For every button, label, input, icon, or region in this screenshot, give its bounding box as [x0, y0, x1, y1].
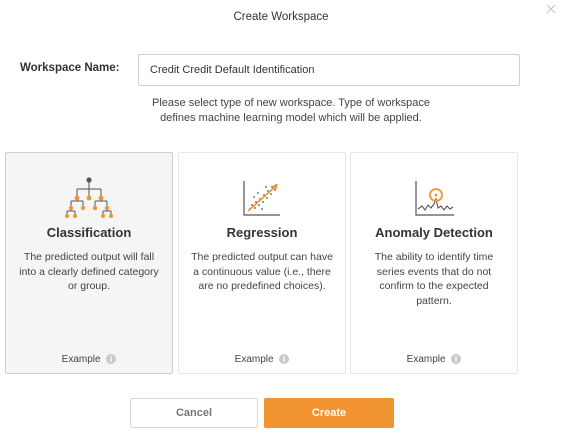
desc-line: The predicted output will fall — [23, 251, 155, 263]
card-title: Classification — [46, 225, 132, 240]
example-label: Example — [234, 354, 274, 365]
card-title: Regression — [226, 225, 298, 240]
info-icon[interactable] — [106, 354, 117, 365]
desc-line: into a clearly defined category — [19, 265, 159, 278]
create-button[interactable]: Create — [264, 398, 394, 428]
desc-line: The predicted output can have — [191, 251, 333, 263]
desc-line: series events that do not — [376, 265, 492, 278]
instructions-line-1: Please select type of new workspace. Typ… — [152, 97, 430, 109]
close-button[interactable] — [544, 2, 558, 16]
info-icon[interactable] — [451, 354, 462, 365]
example-link[interactable]: Example — [6, 354, 172, 365]
desc-line: are no predefined choices). — [198, 280, 326, 292]
desc-line: or group. — [67, 280, 111, 292]
anomaly-wave-icon — [410, 175, 458, 223]
instructions-line-2: defines machine learning model which wil… — [160, 112, 422, 124]
desc-line: The ability to identify time — [374, 251, 494, 263]
example-link[interactable]: Example — [179, 354, 345, 365]
card-description: The predicted output can have a continuo… — [187, 250, 337, 294]
instructions-text: Please select type of new workspace. Typ… — [60, 96, 522, 126]
workspace-name-input[interactable] — [138, 54, 520, 86]
tree-diagram-icon — [65, 175, 113, 223]
info-icon[interactable] — [279, 354, 290, 365]
example-label: Example — [61, 354, 101, 365]
desc-line: confirm to the expected — [379, 280, 489, 292]
card-anomaly-detection[interactable]: Anomaly Detection The ability to identif… — [350, 152, 518, 374]
example-label: Example — [406, 354, 446, 365]
example-link[interactable]: Example — [351, 354, 517, 365]
card-title: Anomaly Detection — [375, 225, 493, 240]
dialog-title: Create Workspace — [233, 11, 329, 23]
workspace-name-label: Workspace Name: — [20, 62, 120, 74]
cancel-button[interactable]: Cancel — [130, 398, 258, 428]
card-description: The predicted output will fall into a cl… — [14, 250, 164, 294]
scatter-trend-icon — [238, 175, 286, 223]
card-description: The ability to identify time series even… — [359, 250, 509, 308]
card-regression[interactable]: Regression The predicted output can have… — [178, 152, 346, 374]
desc-line: pattern. — [416, 294, 452, 307]
close-icon — [546, 4, 556, 14]
card-classification[interactable]: Classification The predicted output will… — [5, 152, 173, 374]
desc-line: a continuous value (i.e., there — [193, 265, 331, 278]
